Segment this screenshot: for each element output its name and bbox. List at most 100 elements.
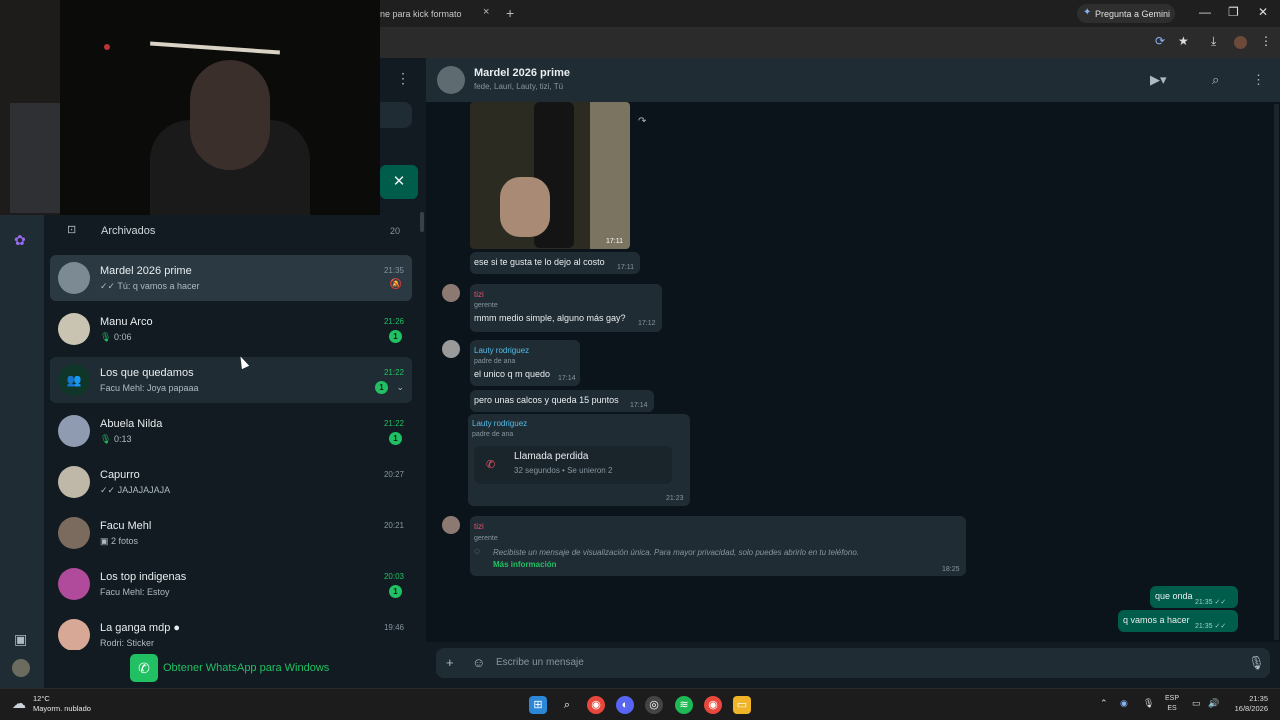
chrome-active-icon[interactable]: ◉	[704, 696, 722, 714]
forward-icon[interactable]: ↷	[638, 116, 646, 127]
archived-row[interactable]: ⊡ Archivados 20	[50, 216, 420, 244]
spotify-icon[interactable]: ≋	[675, 696, 693, 714]
message-scrollbar[interactable]	[1274, 104, 1279, 640]
bookmark-star-icon[interactable]: ★	[1178, 34, 1189, 48]
mic-tray-icon[interactable]: 🎙	[1143, 698, 1154, 709]
message-input[interactable]: Escribe un mensaje	[496, 657, 584, 668]
avatar[interactable]	[442, 340, 460, 358]
chat-participants: fede, Lauri, Lauty, tizi, Tú	[474, 82, 564, 91]
app-icon[interactable]: ◎	[645, 696, 663, 714]
chat-row[interactable]: Facu Mehl ▣ 2 fotos 20:21	[50, 510, 412, 556]
chat-time: 21:26	[383, 317, 404, 326]
message-time: 17:14	[630, 402, 648, 409]
chat-row[interactable]: Los top indigenas Facu Mehl: Estoy 20:03…	[50, 561, 412, 607]
chat-list-scrollbar[interactable]	[420, 212, 424, 232]
browser-menu-icon[interactable]: ⋮	[1260, 34, 1272, 48]
composer: + ☺ Escribe un mensaje 🎙	[426, 642, 1280, 688]
message-text: pero unas calcos y queda 15 puntos	[474, 395, 619, 405]
chat-row[interactable]: 👥 Los que quedamos Facu Mehl: Joya papaa…	[50, 357, 412, 403]
message-input-box[interactable]: + ☺ Escribe un mensaje 🎙	[436, 648, 1270, 678]
chat-row[interactable]: Manu Arco 🎙 0:06 21:26 1	[50, 306, 412, 352]
chat-preview: 🎙 0:13	[100, 434, 132, 444]
avatar[interactable]	[442, 516, 460, 534]
message-sender[interactable]: tizi	[474, 522, 484, 531]
archived-count: 20	[390, 226, 401, 236]
attach-plus-icon[interactable]: +	[446, 655, 454, 670]
bomb-icon: ●	[173, 622, 181, 634]
chat-row[interactable]: La ganga mdp ● Rodri: Sticker 19:46	[50, 612, 412, 650]
message-time: 21:35 ✓✓	[1195, 599, 1227, 606]
photo-message[interactable]: 17:11	[470, 102, 630, 249]
chat-preview: ✓✓ JAJAJAJAJA	[100, 485, 171, 495]
video-call-icon[interactable]: ▶▾	[1150, 72, 1167, 88]
message-text: Recibiste un mensaje de visualización ún…	[493, 548, 859, 557]
chat-menu-icon[interactable]: ⋮	[1252, 72, 1265, 88]
chat-name: Manu Arco	[100, 316, 153, 328]
download-icon[interactable]: ⤓	[1211, 34, 1216, 49]
file-explorer-icon[interactable]: ▭	[733, 696, 751, 714]
profile-avatar[interactable]	[1234, 36, 1247, 49]
missed-call-card[interactable]: ✆ Llamada perdida 32 segundos • Se unier…	[474, 446, 672, 484]
message-bubble: ese si te gusta te lo dejo al costo 17:1…	[470, 252, 640, 274]
weather-cloud-icon[interactable]: ☁	[12, 695, 26, 712]
gemini-button[interactable]: ✦ Pregunta a Gemini	[1077, 4, 1175, 23]
chat-time: 21:22	[383, 419, 404, 428]
message-sender[interactable]: Lauty rodriguez	[474, 346, 529, 355]
close-banner-button[interactable]: ✕	[380, 165, 418, 199]
chat-preview: ✓✓ Tú: q vamos a hacer	[100, 281, 200, 291]
volume-icon[interactable]: 🔊	[1208, 698, 1219, 709]
discord-icon[interactable]: ◐	[616, 696, 634, 714]
chat-row[interactable]: Abuela Nilda 🎙 0:13 21:22 1	[50, 408, 412, 454]
emoji-icon[interactable]: ☺	[472, 655, 485, 670]
search-icon[interactable]: ⌕	[1212, 72, 1219, 88]
tray-chevron-icon[interactable]: ⌃	[1100, 698, 1108, 709]
chat-row[interactable]: Capurro ✓✓ JAJAJAJAJA 20:27	[50, 459, 412, 505]
translate-icon[interactable]: ⟳	[1155, 34, 1165, 48]
close-window-button[interactable]: ✕	[1258, 5, 1268, 19]
new-tab-button[interactable]: +	[506, 5, 514, 21]
chat-row[interactable]: Mardel 2026 prime ✓✓ Tú: q vamos a hacer…	[50, 255, 412, 301]
webcam-overlay	[0, 0, 380, 215]
minimize-button[interactable]: —	[1199, 5, 1211, 19]
outgoing-message: q vamos a hacer 21:35 ✓✓	[1118, 610, 1238, 632]
message-text: q vamos a hacer	[1123, 615, 1190, 625]
chrome-icon[interactable]: ◉	[587, 696, 605, 714]
browser-tab[interactable]: ne para kick formato ×	[370, 0, 500, 27]
windows-start-icon[interactable]: ⊞	[529, 696, 547, 714]
avatar[interactable]	[442, 284, 460, 302]
get-whatsapp-banner[interactable]: ✆ Obtener WhatsApp para Windows	[130, 654, 330, 682]
profile-avatar-rail[interactable]	[12, 659, 30, 677]
avatar	[58, 313, 90, 345]
message-sender[interactable]: Lauty rodriguez	[472, 419, 527, 428]
restore-button[interactable]: ❐	[1228, 5, 1239, 19]
message-text: el unico q m quedo	[474, 369, 551, 379]
media-icon[interactable]: ▣	[14, 631, 27, 648]
message-text: que onda	[1155, 591, 1193, 601]
meta-ai-icon[interactable]: ✿	[14, 232, 26, 249]
language-indicator[interactable]: ESP ES	[1165, 694, 1179, 714]
weather-widget[interactable]: 12°C Mayorm. nublado	[33, 694, 91, 714]
tab-close-icon[interactable]: ×	[483, 6, 489, 18]
chat-time: 21:35	[383, 266, 404, 275]
group-icon: 👥	[58, 364, 90, 396]
message-text: mmm medio simple, alguno más gay?	[474, 313, 626, 323]
menu-icon[interactable]: ⋮	[396, 70, 410, 87]
search-icon[interactable]: ⌕	[558, 696, 576, 714]
message-sender[interactable]: tizi	[474, 290, 484, 299]
group-avatar[interactable]	[437, 66, 465, 94]
chat-name: La ganga mdp ●	[100, 622, 181, 634]
chat-time: 20:03	[383, 572, 404, 581]
view-once-bubble: tizi gerente ◌ Recibiste un mensaje de v…	[470, 516, 966, 576]
network-icon[interactable]: ▭	[1192, 698, 1201, 709]
more-info-link[interactable]: Más información	[493, 560, 557, 569]
message-area: 17:11 ↷ ese si te gusta te lo dejo al co…	[426, 102, 1280, 642]
unread-badge: 1	[389, 585, 402, 598]
tray-app-icon[interactable]: ◉	[1120, 698, 1128, 709]
clock[interactable]: 21:35 16/8/2026	[1228, 694, 1268, 714]
gemini-icon: ✦	[1083, 7, 1092, 18]
chevron-down-icon[interactable]: ⌄	[396, 382, 404, 393]
mic-icon[interactable]: 🎙	[1248, 655, 1265, 671]
get-whatsapp-label: Obtener WhatsApp para Windows	[163, 662, 330, 674]
chat-header[interactable]: Mardel 2026 prime fede, Lauri, Lauty, ti…	[426, 58, 1280, 102]
call-title: Llamada perdida	[514, 451, 589, 462]
